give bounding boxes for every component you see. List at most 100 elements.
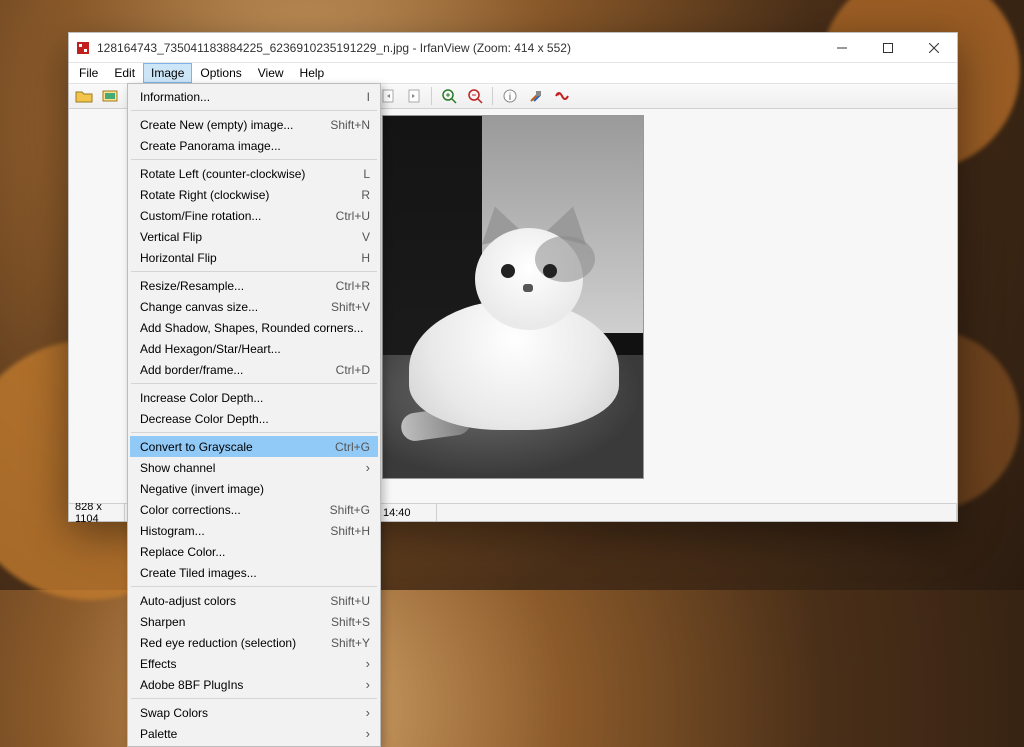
menu-item-accelerator: H: [353, 251, 370, 265]
menu-item-accelerator: Shift+N: [322, 118, 370, 132]
minimize-button[interactable]: [819, 33, 865, 63]
menu-item-label: Effects: [140, 657, 360, 671]
menu-file[interactable]: File: [71, 63, 106, 83]
menu-item[interactable]: Change canvas size...Shift+V: [130, 296, 378, 317]
zoom-in-icon[interactable]: [438, 85, 460, 107]
menu-item-label: Red eye reduction (selection): [140, 636, 323, 650]
chevron-right-icon: [360, 460, 370, 475]
menu-item-label: Replace Color...: [140, 545, 370, 559]
menu-item[interactable]: Create Panorama image...: [130, 135, 378, 156]
menu-item[interactable]: Create New (empty) image...Shift+N: [130, 114, 378, 135]
image-menu-dropdown: Information...I Create New (empty) image.…: [127, 83, 381, 747]
svg-text:i: i: [509, 92, 511, 103]
app-icon: [75, 40, 91, 56]
menu-help[interactable]: Help: [292, 63, 333, 83]
menu-item-accelerator: Shift+U: [322, 594, 370, 608]
window-title: 128164743_735041183884225_62369102351912…: [97, 41, 571, 55]
maximize-button[interactable]: [865, 33, 911, 63]
menu-item-label: Vertical Flip: [140, 230, 354, 244]
menu-separator: [131, 110, 377, 111]
menu-view[interactable]: View: [250, 63, 292, 83]
chevron-right-icon: [360, 726, 370, 741]
menu-separator: [131, 586, 377, 587]
menu-item[interactable]: Palette: [130, 723, 378, 744]
menu-item[interactable]: Create Tiled images...: [130, 562, 378, 583]
menu-item-label: Add Shadow, Shapes, Rounded corners...: [140, 321, 370, 335]
chevron-right-icon: [360, 705, 370, 720]
menu-item[interactable]: Horizontal FlipH: [130, 247, 378, 268]
app-window: 128164743_735041183884225_62369102351912…: [68, 32, 958, 522]
menu-item-label: Horizontal Flip: [140, 251, 353, 265]
menu-item-label: Color corrections...: [140, 503, 322, 517]
menu-item[interactable]: Add Hexagon/Star/Heart...: [130, 338, 378, 359]
status-cell: [437, 504, 957, 521]
menu-image[interactable]: Image: [143, 63, 192, 83]
irfanview-icon[interactable]: [551, 85, 573, 107]
menu-item[interactable]: Add Shadow, Shapes, Rounded corners...: [130, 317, 378, 338]
menu-item-label: Swap Colors: [140, 706, 360, 720]
menu-item[interactable]: Replace Color...: [130, 541, 378, 562]
menu-item-label: Create Tiled images...: [140, 566, 370, 580]
menu-item-accelerator: R: [353, 188, 370, 202]
menu-item[interactable]: Custom/Fine rotation...Ctrl+U: [130, 205, 378, 226]
info-icon[interactable]: i: [499, 85, 521, 107]
window-controls: [819, 33, 957, 63]
menu-item-accelerator: L: [355, 167, 370, 181]
menu-item[interactable]: Auto-adjust colorsShift+U: [130, 590, 378, 611]
menu-item-accelerator: Ctrl+G: [327, 440, 370, 454]
menu-item[interactable]: Histogram...Shift+H: [130, 520, 378, 541]
image-content: [382, 115, 644, 479]
settings-icon[interactable]: [525, 85, 547, 107]
menu-item[interactable]: Red eye reduction (selection)Shift+Y: [130, 632, 378, 653]
menu-item[interactable]: Rotate Right (clockwise)R: [130, 184, 378, 205]
chevron-right-icon: [360, 677, 370, 692]
menu-item[interactable]: Effects: [130, 653, 378, 674]
menu-edit[interactable]: Edit: [106, 63, 143, 83]
menu-item[interactable]: Resize/Resample...Ctrl+R: [130, 275, 378, 296]
next-page-icon[interactable]: [403, 85, 425, 107]
open-icon[interactable]: [73, 85, 95, 107]
menu-item[interactable]: Swap Colors: [130, 702, 378, 723]
menu-item[interactable]: Rotate Left (counter-clockwise)L: [130, 163, 378, 184]
close-button[interactable]: [911, 33, 957, 63]
menu-item-label: Change canvas size...: [140, 300, 323, 314]
menu-item[interactable]: Decrease Color Depth...: [130, 408, 378, 429]
menu-item-accelerator: Ctrl+R: [328, 279, 370, 293]
menu-item[interactable]: Vertical FlipV: [130, 226, 378, 247]
menu-item[interactable]: Add border/frame...Ctrl+D: [130, 359, 378, 380]
menu-item-accelerator: Shift+Y: [323, 636, 370, 650]
menu-item[interactable]: SharpenShift+S: [130, 611, 378, 632]
chevron-right-icon: [360, 656, 370, 671]
menu-item[interactable]: Show channel: [130, 457, 378, 478]
menu-item[interactable]: Increase Color Depth...: [130, 387, 378, 408]
menu-item-label: Rotate Left (counter-clockwise): [140, 167, 355, 181]
menu-item-label: Sharpen: [140, 615, 323, 629]
menu-item-accelerator: Shift+G: [322, 503, 370, 517]
menu-options[interactable]: Options: [192, 63, 249, 83]
menu-item-accelerator: Shift+S: [323, 615, 370, 629]
menu-item[interactable]: Color corrections...Shift+G: [130, 499, 378, 520]
toolbar-separator: [431, 87, 432, 105]
menu-item-label: Resize/Resample...: [140, 279, 328, 293]
menu-separator: [131, 698, 377, 699]
menu-item-label: Decrease Color Depth...: [140, 412, 370, 426]
menu-item-label: Histogram...: [140, 524, 322, 538]
menu-item-accelerator: Ctrl+D: [328, 363, 370, 377]
zoom-out-icon[interactable]: [464, 85, 486, 107]
menu-item-label: Information...: [140, 90, 359, 104]
menu-item-label: Convert to Grayscale: [140, 440, 327, 454]
menu-item[interactable]: Convert to GrayscaleCtrl+G: [130, 436, 378, 457]
menu-item-label: Auto-adjust colors: [140, 594, 322, 608]
menu-item-accelerator: V: [354, 230, 370, 244]
status-dimensions: 828 x 1104: [69, 504, 125, 521]
menu-item-label: Add Hexagon/Star/Heart...: [140, 342, 370, 356]
menu-separator: [131, 271, 377, 272]
slideshow-icon[interactable]: [99, 85, 121, 107]
menu-item-label: Negative (invert image): [140, 482, 370, 496]
menu-item[interactable]: Information...I: [130, 86, 378, 107]
menu-item-label: Adobe 8BF PlugIns: [140, 678, 360, 692]
menu-item[interactable]: Negative (invert image): [130, 478, 378, 499]
title-bar: 128164743_735041183884225_62369102351912…: [69, 33, 957, 63]
menu-item[interactable]: Adobe 8BF PlugIns: [130, 674, 378, 695]
menu-separator: [131, 383, 377, 384]
